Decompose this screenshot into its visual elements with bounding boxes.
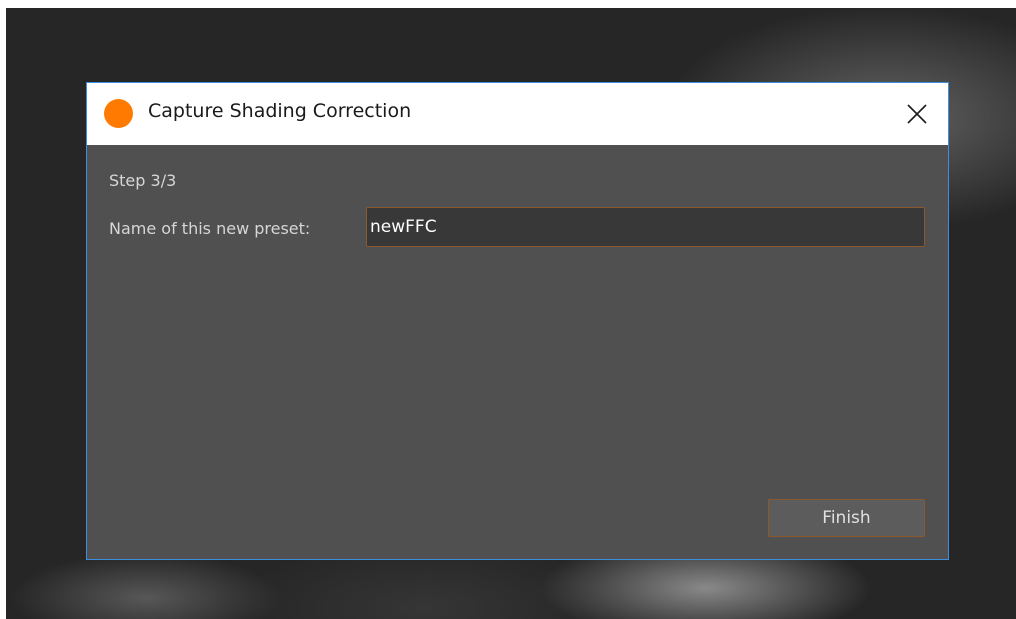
title-bar: Capture Shading Correction (87, 83, 948, 145)
close-icon (907, 104, 927, 124)
step-label: Step 3/3 (109, 171, 177, 190)
preset-name-label: Name of this new preset: (109, 219, 311, 238)
capture-shading-correction-dialog: Capture Shading Correction Step 3/3 Name… (86, 82, 949, 560)
dialog-title: Capture Shading Correction (148, 100, 412, 122)
dialog-content: Step 3/3 Name of this new preset: Finish (87, 145, 948, 559)
preset-name-input[interactable] (366, 207, 925, 247)
finish-button[interactable]: Finish (768, 499, 925, 537)
app-orange-circle-icon (104, 99, 133, 128)
close-button[interactable] (886, 83, 948, 145)
desktop-background: Capture Shading Correction Step 3/3 Name… (6, 8, 1016, 619)
